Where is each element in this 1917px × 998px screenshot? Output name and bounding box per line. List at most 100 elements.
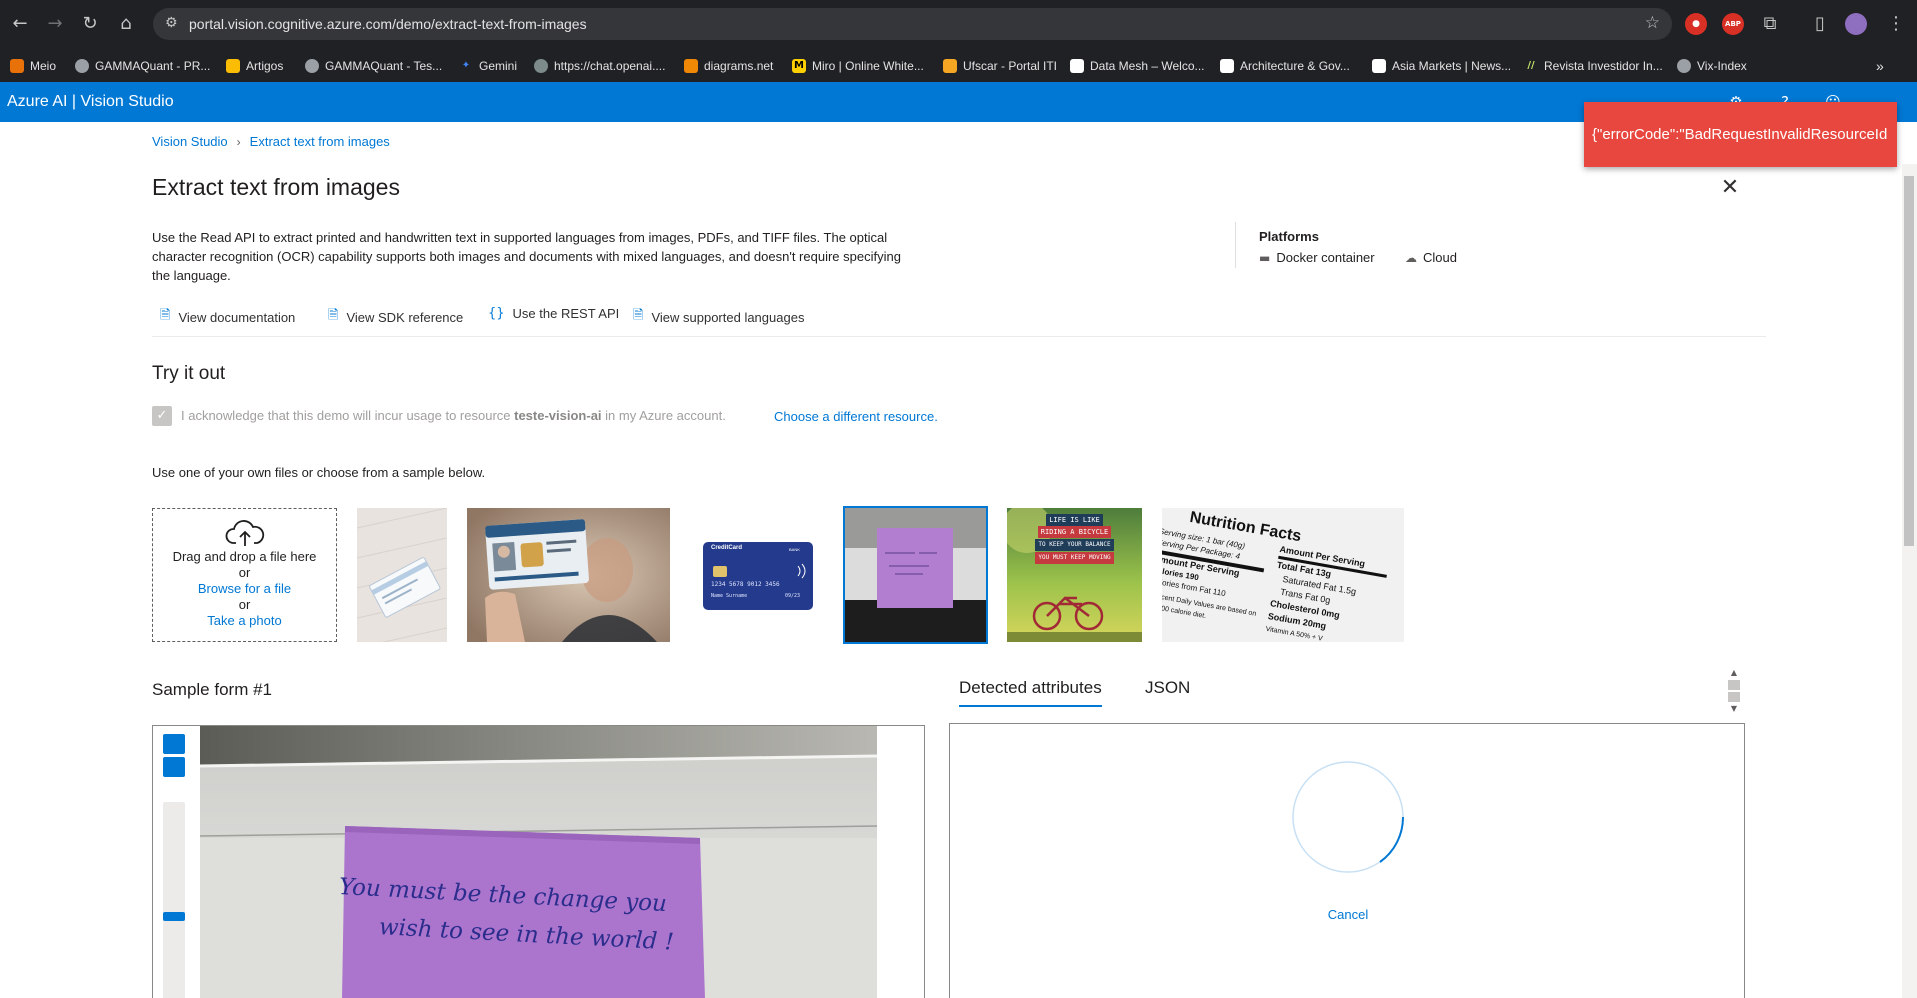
- or-text: or: [238, 597, 251, 612]
- extension-adblock-icon[interactable]: ABP: [1722, 13, 1744, 35]
- divider: [152, 336, 1766, 337]
- cloud-icon: ☁: [1405, 250, 1417, 265]
- bookmark-item[interactable]: Artigos: [226, 49, 283, 82]
- browser-menu-icon[interactable]: ⋮: [1884, 12, 1908, 36]
- card-title: CreditCard: [711, 545, 743, 551]
- error-notification[interactable]: {"errorCode":"BadRequestInvalidResourceI…: [1584, 102, 1897, 167]
- globe-icon: [75, 58, 89, 73]
- bookmark-item[interactable]: Ufscar - Portal ITI: [943, 49, 1057, 82]
- docker-icon: ▬: [1259, 250, 1271, 265]
- gemini-icon: ✦: [461, 59, 471, 71]
- breadcrumb-root[interactable]: Vision Studio: [152, 134, 228, 149]
- card-expiry: 09/23: [785, 593, 801, 599]
- address-bar[interactable]: ⚙ portal.vision.cognitive.azure.com/demo…: [153, 8, 1672, 40]
- revista-icon: //: [1527, 59, 1535, 71]
- card-bank: BANK: [789, 547, 800, 552]
- site-info-icon[interactable]: ⚙: [165, 15, 178, 31]
- use-own-files-text: Use one of your own files or choose from…: [152, 465, 486, 480]
- scroll-down-icon[interactable]: ▼: [1727, 704, 1741, 714]
- bookmark-star-icon[interactable]: ☆: [1645, 13, 1660, 33]
- tab-detected-attributes[interactable]: Detected attributes: [959, 678, 1102, 707]
- close-icon[interactable]: ✕: [1718, 176, 1742, 200]
- bookmark-item[interactable]: //Revista Investidor In...: [1524, 49, 1662, 82]
- document-icon: 🗎: [633, 308, 644, 323]
- globe-icon: [305, 58, 319, 73]
- bookmark-item[interactable]: Asia Markets | News...: [1372, 49, 1511, 82]
- bookmark-item[interactable]: diagrams.net: [684, 49, 773, 82]
- miro-icon: M: [792, 58, 806, 73]
- extensions-puzzle-icon[interactable]: ⧉: [1758, 12, 1782, 36]
- bookmark-item[interactable]: Architecture & Gov...: [1220, 49, 1350, 82]
- view-sdk-reference-link[interactable]: 🗎 View SDK reference: [328, 306, 463, 328]
- bookmark-item[interactable]: https://chat.openai....: [534, 49, 665, 82]
- take-photo-link[interactable]: Take a photo: [153, 613, 336, 629]
- card-name: Name Surname: [711, 593, 748, 599]
- view-supported-languages-link[interactable]: 🗎 View supported languages: [633, 306, 804, 328]
- braces-icon: {}: [488, 306, 505, 321]
- choose-different-resource-link[interactable]: Choose a different resource.: [774, 409, 938, 424]
- zoom-out-button[interactable]: [163, 757, 185, 777]
- use-rest-api-link[interactable]: {} Use the REST API: [488, 306, 619, 321]
- forward-icon[interactable]: →: [43, 12, 67, 36]
- cancel-link[interactable]: Cancel: [950, 907, 1746, 922]
- drive-icon: [226, 58, 240, 73]
- ufscar-icon: [943, 58, 957, 73]
- back-icon[interactable]: ←: [8, 12, 32, 36]
- sample-thumbnail-social-security-card[interactable]: [357, 508, 447, 642]
- extension-lastpass-icon[interactable]: ●: [1685, 13, 1707, 35]
- resource-name: teste-vision-ai: [514, 408, 602, 423]
- side-panel-icon[interactable]: ▯: [1808, 12, 1832, 36]
- bookmark-item[interactable]: Vix-Index: [1677, 49, 1747, 82]
- zoom-slider[interactable]: [163, 802, 185, 998]
- asia-markets-icon: [1372, 58, 1386, 73]
- sample-thumbnail-sticky-note[interactable]: [843, 506, 988, 644]
- sample-thumbnail-bicycle-poster[interactable]: LIFE IS LIKE RIDING A BICYCLE TO KEEP YO…: [1007, 508, 1142, 642]
- browser-toolbar: ← → ↻ ⌂ ⚙ portal.vision.cognitive.azure.…: [0, 0, 1917, 49]
- reload-icon[interactable]: ↻: [78, 12, 102, 36]
- sample-thumbnail-nutrition-facts[interactable]: Nutrition Facts Serving size: 1 bar (40g…: [1162, 508, 1404, 642]
- breadcrumb-current[interactable]: Extract text from images: [250, 134, 390, 149]
- cloud-upload-icon: [153, 519, 336, 549]
- more-bookmarks-icon[interactable]: »: [1876, 49, 1884, 82]
- bookmark-item[interactable]: M Miro | Online White...: [792, 49, 924, 82]
- bookmark-item[interactable]: Meio: [10, 49, 56, 82]
- zoom-slider-handle[interactable]: [163, 912, 185, 921]
- try-it-out-title: Try it out: [152, 363, 226, 384]
- tab-json[interactable]: JSON: [1145, 678, 1190, 698]
- sample-image: You must be the change you wish to see i…: [199, 726, 878, 998]
- loading-spinner: [1292, 761, 1405, 873]
- globe-icon: [1677, 58, 1691, 73]
- openai-icon: [534, 58, 548, 73]
- bookmarks-bar: Meio GAMMAQuant - PR... Artigos GAMMAQua…: [0, 49, 1917, 82]
- bookmark-item[interactable]: ✦ Gemini: [459, 49, 517, 82]
- tabs-scrollbar[interactable]: ▲ ▼: [1727, 668, 1741, 713]
- sample-thumbnail-id-card[interactable]: [467, 508, 670, 642]
- zoom-in-button[interactable]: [163, 734, 185, 754]
- profile-avatar[interactable]: [1845, 13, 1867, 35]
- acknowledge-checkbox[interactable]: ✓: [152, 406, 172, 426]
- home-icon[interactable]: ⌂: [114, 12, 138, 36]
- bookmark-item[interactable]: GAMMAQuant - PR...: [75, 49, 210, 82]
- scroll-up-icon[interactable]: ▲: [1727, 668, 1741, 678]
- platform-docker: ▬ Docker container: [1259, 250, 1375, 265]
- diagrams-icon: [684, 58, 698, 73]
- drag-drop-text: Drag and drop a file here: [172, 549, 317, 564]
- platform-cloud: ☁ Cloud: [1405, 250, 1457, 265]
- page-scrollbar-thumb[interactable]: [1904, 176, 1914, 546]
- sample-thumbnail-credit-card[interactable]: CreditCard BANK 1234 5678 9012 3456 Name…: [690, 508, 820, 642]
- file-dropzone[interactable]: Drag and drop a file here or Browse for …: [152, 508, 337, 642]
- document-icon: 🗎: [328, 308, 339, 323]
- browse-file-link[interactable]: Browse for a file: [153, 581, 336, 597]
- app-title[interactable]: Azure AI | Vision Studio: [7, 93, 174, 111]
- page-scrollbar[interactable]: [1902, 164, 1917, 998]
- bookmark-item[interactable]: GAMMAQuant - Tes...: [305, 49, 442, 82]
- page-description: Use the Read API to extract printed and …: [152, 230, 901, 283]
- zoom-control: [163, 734, 185, 998]
- view-documentation-link[interactable]: 🗎 View documentation: [160, 306, 295, 328]
- bookmark-favicon-icon: [10, 58, 24, 73]
- url-text[interactable]: portal.vision.cognitive.azure.com/demo/e…: [189, 16, 587, 32]
- bookmark-item[interactable]: Data Mesh – Welco...: [1070, 49, 1205, 82]
- acknowledge-text: I acknowledge that this demo will incur …: [181, 408, 726, 423]
- datamesh-icon: [1070, 58, 1084, 73]
- divider: [1235, 222, 1236, 268]
